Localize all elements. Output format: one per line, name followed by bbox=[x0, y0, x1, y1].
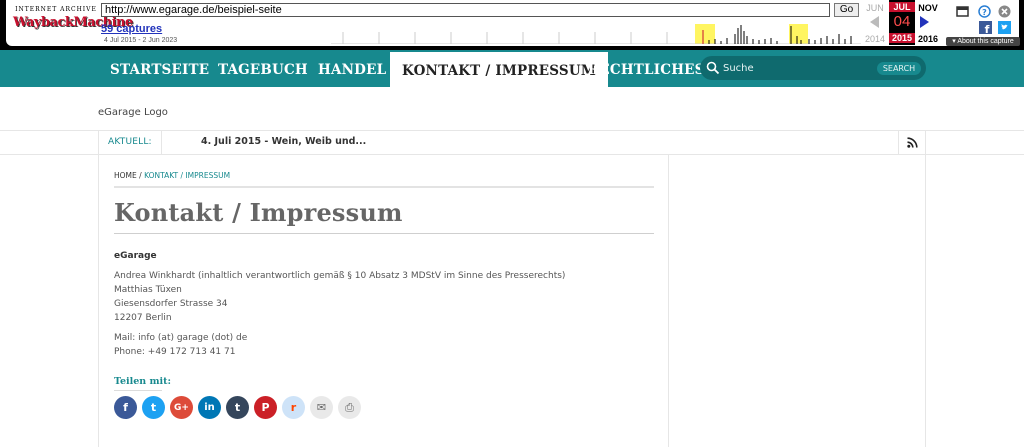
wayback-next-arrow-icon[interactable] bbox=[920, 16, 929, 28]
address-line-city: 12207 Berlin bbox=[114, 313, 172, 323]
search-input[interactable] bbox=[723, 60, 863, 76]
contact-phone: Phone: +49 172 713 41 71 bbox=[114, 347, 236, 357]
nav-item-rechtliches[interactable]: RECHTLICHES bbox=[588, 50, 705, 87]
address-line-responsible: Andrea Winkhardt (inhaltlich verantwortl… bbox=[114, 271, 566, 281]
window-icon[interactable] bbox=[956, 5, 969, 18]
search-box: SEARCH bbox=[700, 56, 926, 80]
wayback-logo-top: INTERNET ARCHIVE bbox=[15, 6, 97, 13]
nav-item-tagebuch[interactable]: TAGEBUCH bbox=[218, 50, 308, 87]
reddit-icon[interactable]: r bbox=[282, 396, 305, 419]
help-icon[interactable]: ? bbox=[978, 5, 991, 18]
address-line-street: Giesensdorfer Strasse 34 bbox=[114, 299, 228, 309]
company-name: eGarage bbox=[114, 251, 157, 261]
close-icon[interactable] bbox=[998, 5, 1011, 18]
breadcrumb-current[interactable]: KONTAKT / IMPRESSUM bbox=[144, 171, 230, 180]
address-line-name: Matthias Tüxen bbox=[114, 285, 182, 295]
contact-mail: Mail: info (at) garage (dot) de bbox=[114, 333, 248, 343]
search-icon bbox=[706, 61, 720, 75]
wayback-url-input[interactable]: http://www.egarage.de/beispiel-seite bbox=[101, 3, 830, 17]
twitter-icon[interactable]: t bbox=[142, 396, 165, 419]
wayback-prev-year: 2014 bbox=[864, 34, 886, 44]
breadcrumb: HOME / KONTAKT / IMPRESSUM bbox=[114, 171, 230, 180]
wayback-current-month: JUL bbox=[889, 2, 915, 12]
about-capture-button[interactable]: ▾ About this capture bbox=[946, 37, 1020, 46]
wayback-current-day: 04 bbox=[893, 13, 911, 30]
email-icon[interactable]: ✉ bbox=[310, 396, 333, 419]
tumblr-icon[interactable]: t bbox=[226, 396, 249, 419]
wayback-current-year: 2015 bbox=[889, 33, 915, 43]
wayback-prev-month: JUN bbox=[866, 3, 884, 13]
breadcrumb-divider bbox=[114, 186, 654, 188]
wayback-next-month[interactable]: NOV bbox=[915, 3, 941, 13]
breadcrumb-home[interactable]: HOME bbox=[114, 171, 137, 180]
content-left-border bbox=[98, 130, 99, 447]
wayback-toolbar: INTERNET ARCHIVE WaybackMachine http://w… bbox=[0, 0, 1024, 50]
pinterest-icon[interactable]: P bbox=[254, 396, 277, 419]
search-button[interactable]: SEARCH bbox=[877, 62, 921, 75]
ticker-label: AKTUELL: bbox=[108, 137, 152, 147]
ticker-label-divider bbox=[161, 130, 162, 154]
facebook-share-icon[interactable]: f bbox=[979, 21, 992, 34]
wayback-logo[interactable]: INTERNET ARCHIVE WaybackMachine bbox=[13, 6, 133, 40]
wayback-capture-sparkline[interactable] bbox=[331, 22, 861, 44]
wayback-capture-range: 4 Jul 2015 - 2 Jun 2023 bbox=[104, 37, 178, 44]
sidebar-divider bbox=[668, 154, 669, 447]
content-right-border bbox=[925, 130, 926, 447]
rss-icon[interactable] bbox=[907, 137, 918, 148]
page-title: Kontakt / Impressum bbox=[114, 198, 403, 227]
facebook-icon[interactable]: f bbox=[114, 396, 137, 419]
ticker-link[interactable]: 4. Juli 2015 - Wein, Weib und... bbox=[201, 136, 366, 147]
wayback-captures-link[interactable]: 59 captures bbox=[101, 23, 162, 35]
twitter-share-icon[interactable] bbox=[998, 21, 1011, 34]
title-divider bbox=[114, 233, 654, 234]
print-icon[interactable]: ⎙ bbox=[338, 396, 361, 419]
share-divider bbox=[114, 390, 162, 391]
linkedin-icon[interactable]: in bbox=[198, 396, 221, 419]
nav-item-kontakt-impressum[interactable]: KONTAKT / IMPRESSUM bbox=[390, 52, 608, 87]
svg-text:?: ? bbox=[982, 8, 987, 17]
site-logo[interactable]: eGarage Logo bbox=[98, 107, 168, 118]
breadcrumb-separator: / bbox=[136, 171, 145, 180]
nav-item-handel[interactable]: HANDEL bbox=[318, 50, 386, 87]
wayback-toolbar-panel: INTERNET ARCHIVE WaybackMachine http://w… bbox=[6, 0, 1020, 46]
svg-text:f: f bbox=[985, 23, 990, 34]
share-label: Teilen mit: bbox=[114, 376, 172, 387]
ticker-rss-divider bbox=[898, 130, 899, 154]
wayback-next-year[interactable]: 2016 bbox=[915, 34, 941, 44]
google-plus-icon[interactable]: G+ bbox=[170, 396, 193, 419]
nav-item-startseite[interactable]: STARTSEITE bbox=[110, 50, 209, 87]
wayback-logo-main: WaybackMachine bbox=[13, 15, 133, 30]
ticker-top-divider bbox=[0, 130, 1024, 131]
wayback-prev-arrow-icon bbox=[870, 16, 879, 28]
ticker-bottom-divider bbox=[0, 154, 1024, 155]
wayback-current-date: JUL 04 2015 bbox=[889, 0, 915, 45]
wayback-go-button[interactable]: Go bbox=[834, 3, 859, 17]
